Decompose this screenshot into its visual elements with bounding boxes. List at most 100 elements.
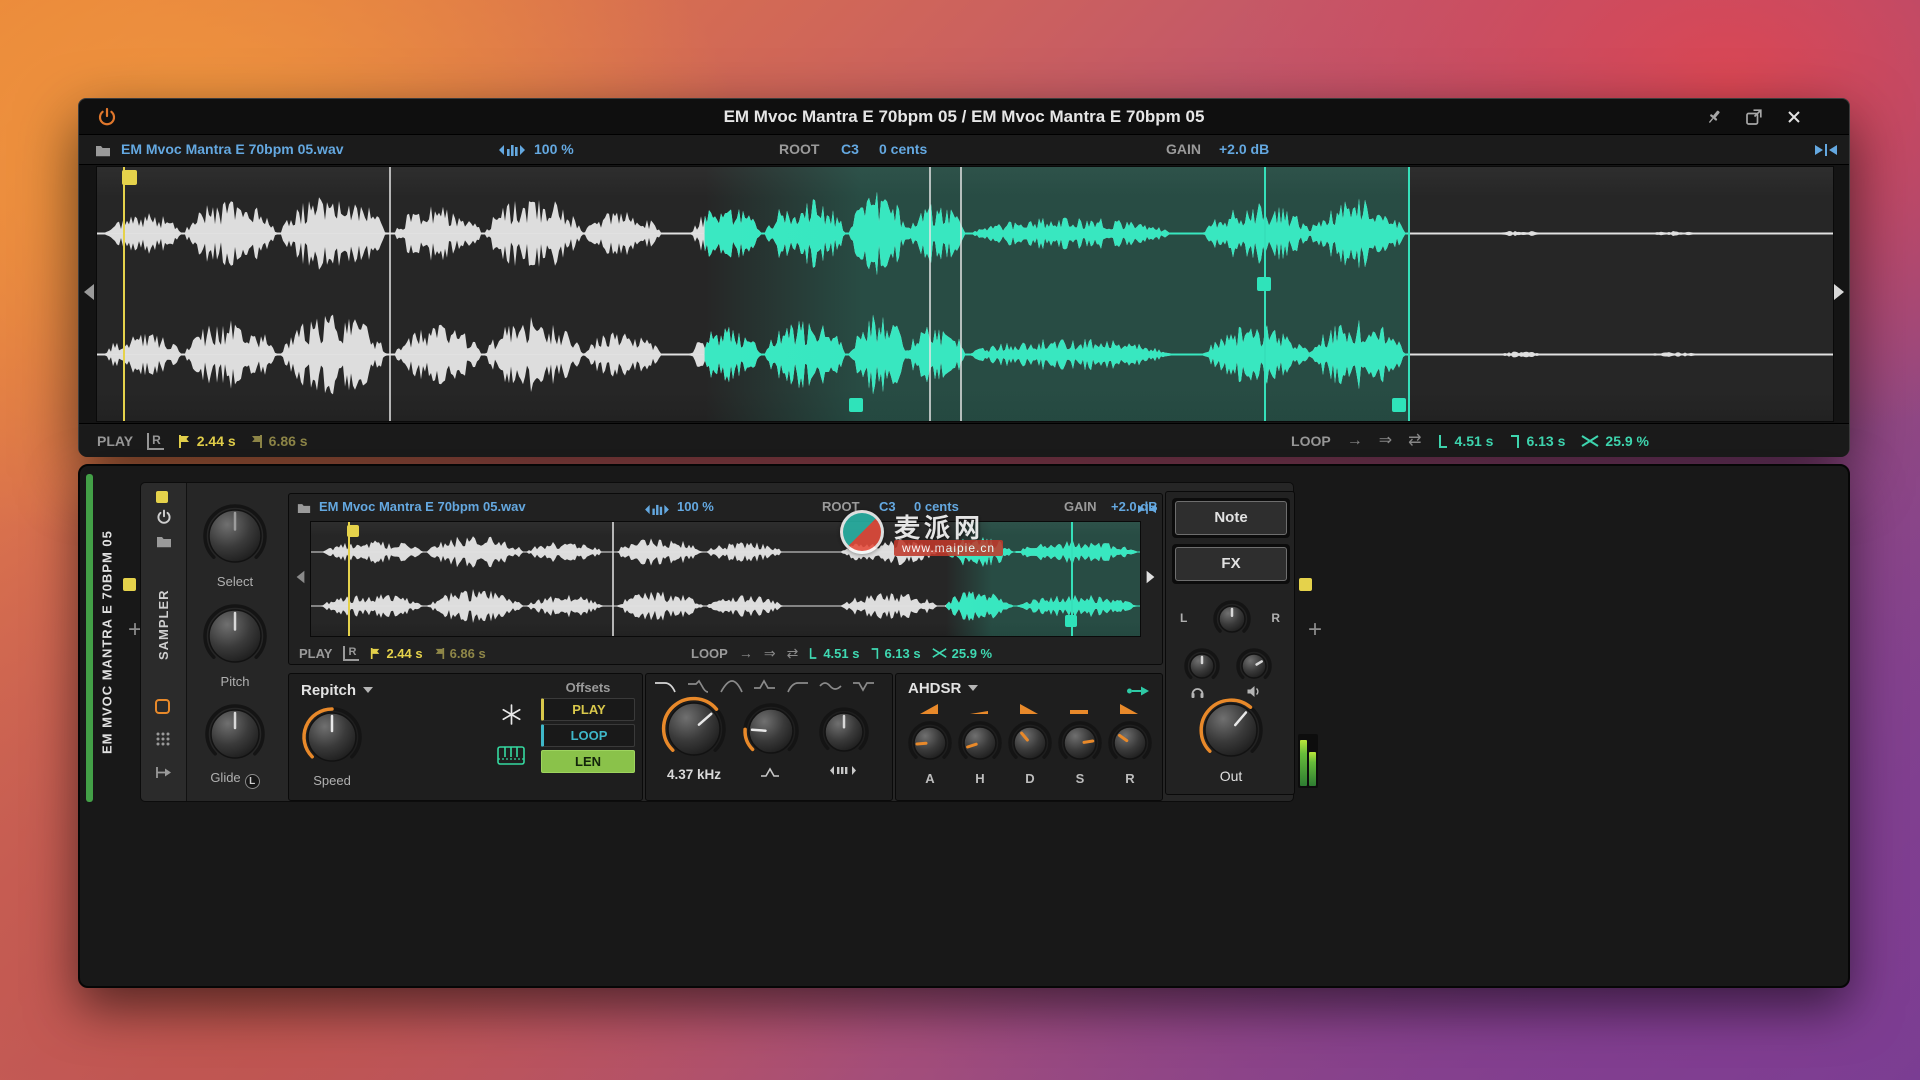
keyboard-track-button[interactable] — [497, 746, 525, 770]
decay-knob[interactable] — [1007, 720, 1053, 766]
loop-handle[interactable] — [1392, 398, 1406, 412]
offset-len-button[interactable]: LEN — [541, 750, 635, 773]
folder-icon[interactable] — [297, 501, 311, 519]
scroll-left-button[interactable] — [295, 570, 306, 589]
filter-type-lowpass-icon[interactable] — [654, 678, 678, 694]
loop-start-control[interactable]: 4.51 s — [809, 646, 859, 661]
play-end-control[interactable]: 6.86 s — [250, 433, 308, 449]
loop-mode-off-icon[interactable]: → — [1347, 433, 1363, 449]
loop-mode-fwd-icon[interactable]: ⇒ — [1379, 433, 1392, 449]
waveform-lane — [97, 191, 1833, 276]
sample-file-name[interactable]: EM Mvoc Mantra E 70bpm 05.wav — [319, 499, 526, 514]
play-start-marker-line[interactable] — [123, 167, 125, 421]
filter-type-notch-icon[interactable] — [852, 678, 876, 694]
loop-mode-pingpong-icon[interactable]: ⇄ — [1408, 433, 1421, 449]
loop-mode-off-icon[interactable]: → — [739, 646, 753, 660]
filter-type-highpass-icon[interactable] — [786, 678, 810, 694]
expand-device-button[interactable] — [155, 765, 172, 785]
select-knob[interactable] — [202, 503, 268, 569]
note-expand-button[interactable]: Note — [1172, 498, 1290, 538]
out-knob[interactable] — [1198, 697, 1264, 763]
velocity-knob[interactable] — [1235, 647, 1273, 685]
zoom-fit-icon[interactable] — [1815, 143, 1837, 162]
scroll-left-button[interactable] — [82, 283, 96, 306]
root-note-value[interactable]: C3 — [841, 141, 859, 157]
envelope-mod-source[interactable] — [1126, 684, 1150, 702]
waveform-display[interactable] — [96, 166, 1834, 422]
loop-start-control[interactable]: 4.51 s — [1438, 433, 1493, 449]
modulators-grid-button[interactable] — [155, 731, 171, 752]
offset-play-button[interactable]: PLAY — [541, 698, 635, 721]
gain-value[interactable]: +2.0 dB — [1219, 141, 1269, 157]
loop-crossfade-control[interactable]: 25.9 % — [932, 646, 992, 661]
filter-freq-value[interactable]: 4.37 kHz — [658, 767, 730, 782]
loop-handle[interactable] — [1065, 615, 1077, 627]
stretch-mode-icon[interactable] — [499, 143, 525, 161]
filter-type-shelf-icon[interactable] — [819, 678, 843, 694]
zoom-fit-icon[interactable] — [1138, 502, 1156, 520]
speed-knob[interactable] — [301, 706, 363, 768]
filter-res-knob[interactable] — [742, 702, 800, 760]
playback-mode-dropdown[interactable]: Repitch — [301, 682, 374, 699]
play-mode-icon[interactable]: R — [343, 645, 360, 661]
pitch-knob[interactable] — [202, 603, 268, 669]
loop-mode-fwd-icon[interactable]: ⇒ — [764, 646, 776, 660]
pin-button[interactable] — [1704, 107, 1724, 132]
filter-type-bandpass-icon[interactable] — [720, 678, 744, 694]
select-knob-cell: Select — [191, 503, 279, 589]
play-start-control[interactable]: 2.44 s — [370, 646, 423, 661]
play-start-control[interactable]: 2.44 s — [178, 433, 236, 449]
remote-controls-icon[interactable] — [155, 699, 170, 714]
pan-knob[interactable] — [1212, 599, 1252, 639]
root-cents-value[interactable]: 0 cents — [914, 499, 959, 514]
sample-file-name[interactable]: EM Mvoc Mantra E 70bpm 05.wav — [121, 141, 344, 157]
spread-knob[interactable] — [1183, 647, 1221, 685]
folder-icon[interactable] — [95, 144, 111, 162]
root-cents-value[interactable]: 0 cents — [879, 141, 927, 157]
envelope-type-dropdown[interactable]: AHDSR — [908, 680, 979, 697]
release-knob[interactable] — [1107, 720, 1153, 766]
stretch-mode-icon[interactable] — [645, 502, 669, 520]
play-start-marker-line[interactable] — [348, 522, 350, 636]
sustain-knob[interactable] — [1057, 720, 1103, 766]
loop-handle[interactable] — [1257, 276, 1271, 291]
scroll-right-button[interactable] — [1145, 570, 1156, 589]
preset-browser-button[interactable] — [156, 535, 172, 553]
offset-loop-button[interactable]: LOOP — [541, 724, 635, 747]
fx-expand-button[interactable]: FX — [1172, 544, 1290, 584]
device-drag-handle[interactable] — [156, 491, 168, 503]
glide-knob[interactable] — [204, 703, 266, 765]
attack-knob[interactable] — [907, 720, 953, 766]
play-mode-icon[interactable]: R — [147, 432, 164, 450]
freeze-button[interactable] — [501, 704, 522, 730]
attack-shape-icon — [920, 704, 938, 714]
filter-type-peak-icon[interactable] — [753, 678, 777, 694]
popout-button[interactable] — [1744, 107, 1764, 132]
loop-mode-pingpong-icon[interactable]: ⇄ — [787, 646, 799, 660]
play-end-control[interactable]: 6.86 s — [434, 646, 486, 661]
drag-handle-left[interactable] — [123, 578, 136, 591]
root-note-value[interactable]: C3 — [879, 499, 896, 514]
device-power-toggle[interactable] — [156, 509, 172, 530]
stretch-value[interactable]: 100 % — [534, 141, 574, 157]
play-start-marker-handle[interactable] — [122, 170, 137, 185]
knob-face — [203, 604, 267, 663]
knob-face — [819, 707, 869, 752]
glide-sync-badge[interactable]: L — [244, 774, 260, 789]
close-button[interactable] — [1784, 107, 1804, 132]
play-start-marker-handle[interactable] — [347, 525, 359, 537]
device-name-vertical[interactable]: SAMPLER — [141, 555, 186, 695]
loop-length-control[interactable]: 6.13 s — [870, 646, 921, 661]
loop-crossfade-control[interactable]: 25.9 % — [1581, 433, 1649, 449]
filter-freq-knob[interactable] — [661, 696, 727, 762]
loop-handle[interactable] — [849, 398, 863, 412]
add-device-right-button[interactable]: + — [1302, 616, 1328, 644]
filter-type-lowpass-res-icon[interactable] — [687, 678, 711, 694]
loop-length-control[interactable]: 6.13 s — [1509, 433, 1565, 449]
stretch-value[interactable]: 100 % — [677, 499, 714, 514]
scroll-right-button[interactable] — [1832, 283, 1846, 306]
mini-waveform-display[interactable] — [310, 521, 1141, 637]
drag-handle-right[interactable] — [1299, 578, 1312, 591]
filter-keytrack-knob[interactable] — [818, 706, 870, 758]
hold-knob[interactable] — [957, 720, 1003, 766]
